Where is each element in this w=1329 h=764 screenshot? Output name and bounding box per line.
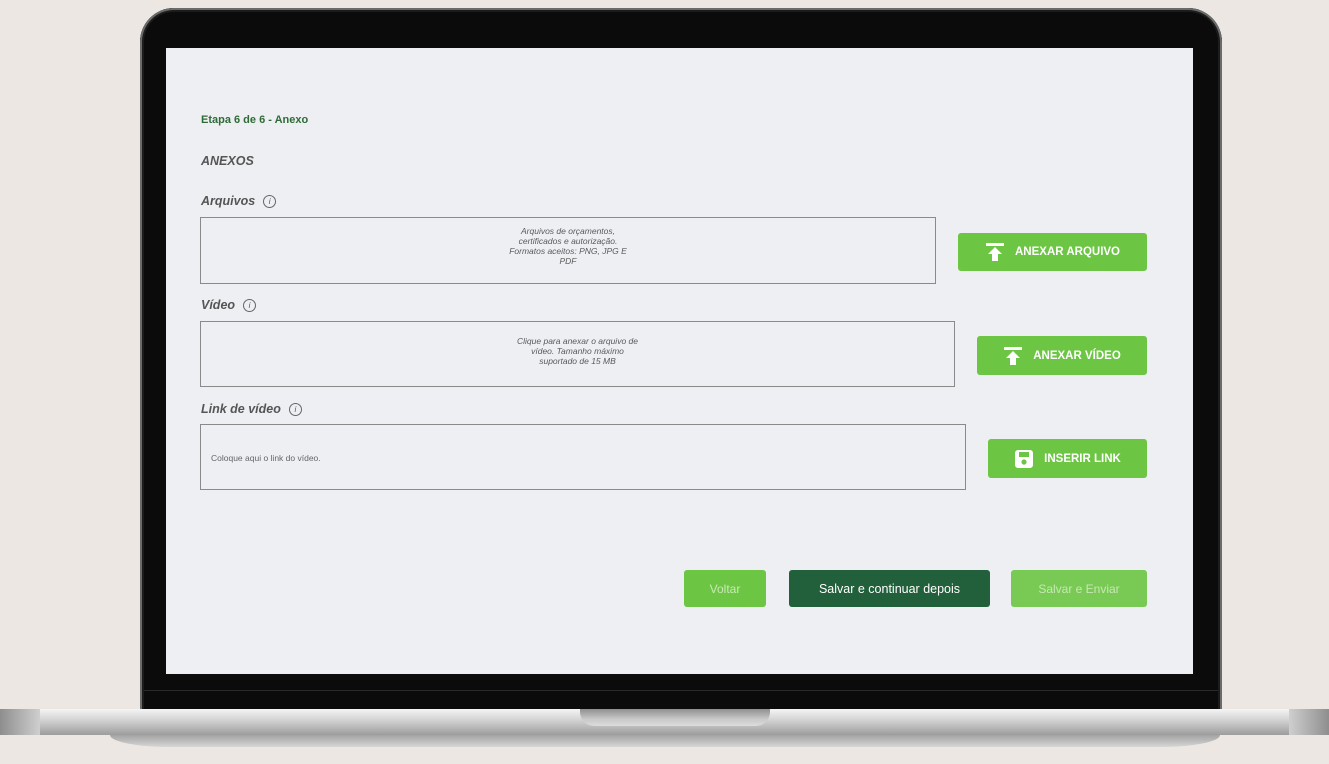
arquivos-dropzone[interactable]: Arquivos de orçamentos, certificados e a… (200, 217, 936, 284)
laptop-base-right-edge (1289, 709, 1329, 735)
link-label-text: Link de vídeo (201, 402, 281, 416)
anexar-arquivo-label: ANEXAR ARQUIVO (1015, 246, 1120, 258)
arquivos-hint-line: Formatos aceitos: PNG, JPG E (509, 246, 627, 256)
link-field-box (200, 424, 966, 490)
anexar-video-label: ANEXAR VÍDEO (1033, 349, 1121, 362)
save-icon (1015, 449, 1034, 468)
upload-icon (986, 243, 1004, 261)
save-continue-later-button[interactable]: Salvar e continuar depois (789, 570, 990, 607)
laptop-base-bottom (110, 735, 1220, 747)
video-hint-line: vídeo. Tamanho máximo (531, 346, 624, 356)
arquivos-hint-line: Arquivos de orçamentos, (520, 226, 616, 236)
laptop-bezel-line (144, 690, 1218, 691)
back-button[interactable]: Voltar (684, 570, 766, 607)
app-screen: Etapa 6 de 6 - Anexo ANEXOS Arquivos i A… (166, 48, 1193, 674)
section-title: ANEXOS (201, 154, 254, 168)
info-icon[interactable]: i (288, 402, 302, 416)
arquivos-label-text: Arquivos (201, 194, 256, 208)
video-hint: Clique para anexar o arquivo de vídeo. T… (201, 336, 954, 366)
inserir-link-button[interactable]: INSERIR LINK (988, 439, 1147, 478)
video-label: Vídeo i (201, 298, 257, 312)
arquivos-hint-line: certificados e autorização. (518, 236, 618, 246)
upload-icon (1004, 346, 1023, 365)
link-label: Link de vídeo i (201, 402, 302, 416)
video-label-text: Vídeo (201, 298, 236, 312)
arquivos-label: Arquivos i (201, 194, 277, 208)
video-dropzone[interactable]: Clique para anexar o arquivo de vídeo. T… (200, 321, 955, 387)
video-hint-line: Clique para anexar o arquivo de (517, 336, 638, 346)
laptop-base-left-edge (0, 709, 40, 735)
arquivos-hint-line: PDF (559, 256, 577, 266)
video-link-input[interactable] (211, 453, 911, 463)
arquivos-hint: Arquivos de orçamentos, certificados e a… (201, 226, 935, 266)
info-icon[interactable]: i (263, 194, 277, 208)
step-indicator: Etapa 6 de 6 - Anexo (201, 114, 309, 126)
save-send-button[interactable]: Salvar e Enviar (1011, 570, 1147, 607)
info-icon[interactable]: i (243, 298, 257, 312)
video-hint-line: suportado de 15 MB (539, 356, 616, 366)
anexar-arquivo-button[interactable]: ANEXAR ARQUIVO (958, 233, 1147, 271)
anexar-video-button[interactable]: ANEXAR VÍDEO (977, 336, 1147, 375)
inserir-link-label: INSERIR LINK (1044, 452, 1121, 465)
laptop-notch (580, 709, 770, 726)
